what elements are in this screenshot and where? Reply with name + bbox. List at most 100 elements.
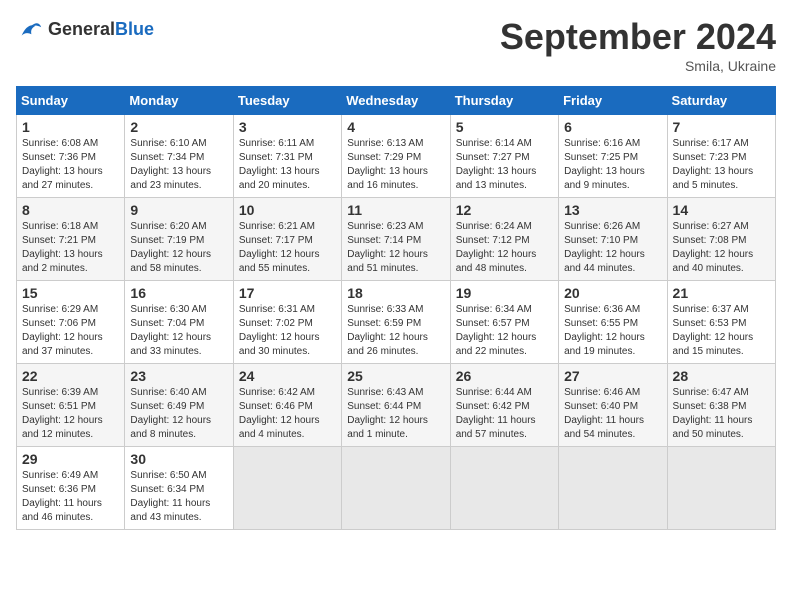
calendar-day-cell: 8 Sunrise: 6:18 AM Sunset: 7:21 PM Dayli… — [17, 198, 125, 281]
day-info: Sunrise: 6:18 AM Sunset: 7:21 PM Dayligh… — [22, 220, 119, 276]
day-info: Sunrise: 6:11 AM Sunset: 7:31 PM Dayligh… — [239, 137, 336, 193]
day-number: 25 — [347, 368, 444, 384]
sunset-text: Sunset: 7:02 PM — [239, 318, 313, 329]
month-title: September 2024 — [500, 16, 776, 58]
day-number: 8 — [22, 202, 119, 218]
day-info: Sunrise: 6:17 AM Sunset: 7:23 PM Dayligh… — [673, 137, 770, 193]
day-number: 28 — [673, 368, 770, 384]
day-number: 13 — [564, 202, 661, 218]
sunset-text: Sunset: 7:12 PM — [456, 235, 530, 246]
sunset-text: Sunset: 6:44 PM — [347, 401, 421, 412]
calendar-day-cell: 23 Sunrise: 6:40 AM Sunset: 6:49 PM Dayl… — [125, 364, 233, 447]
title-block: September 2024 Smila, Ukraine — [500, 16, 776, 74]
calendar-day-cell: 22 Sunrise: 6:39 AM Sunset: 6:51 PM Dayl… — [17, 364, 125, 447]
calendar-header-row: SundayMondayTuesdayWednesdayThursdayFrid… — [17, 87, 776, 115]
sunrise-text: Sunrise: 6:47 AM — [673, 387, 749, 398]
calendar-day-cell: 20 Sunrise: 6:36 AM Sunset: 6:55 PM Dayl… — [559, 281, 667, 364]
sunset-text: Sunset: 7:19 PM — [130, 235, 204, 246]
calendar-day-cell: 26 Sunrise: 6:44 AM Sunset: 6:42 PM Dayl… — [450, 364, 558, 447]
day-number: 24 — [239, 368, 336, 384]
day-number: 29 — [22, 451, 119, 467]
sunset-text: Sunset: 6:42 PM — [456, 401, 530, 412]
daylight-text: Daylight: 12 hours and 51 minutes. — [347, 249, 428, 274]
calendar-day-cell: 14 Sunrise: 6:27 AM Sunset: 7:08 PM Dayl… — [667, 198, 775, 281]
sunset-text: Sunset: 6:57 PM — [456, 318, 530, 329]
calendar-day-cell: 3 Sunrise: 6:11 AM Sunset: 7:31 PM Dayli… — [233, 115, 341, 198]
day-info: Sunrise: 6:43 AM Sunset: 6:44 PM Dayligh… — [347, 386, 444, 442]
sunset-text: Sunset: 7:04 PM — [130, 318, 204, 329]
daylight-text: Daylight: 12 hours and 1 minute. — [347, 415, 428, 440]
day-number: 15 — [22, 285, 119, 301]
daylight-text: Daylight: 13 hours and 27 minutes. — [22, 166, 103, 191]
day-number: 27 — [564, 368, 661, 384]
empty-cell — [450, 447, 558, 530]
calendar-day-cell: 30 Sunrise: 6:50 AM Sunset: 6:34 PM Dayl… — [125, 447, 233, 530]
day-info: Sunrise: 6:27 AM Sunset: 7:08 PM Dayligh… — [673, 220, 770, 276]
calendar-day-cell: 15 Sunrise: 6:29 AM Sunset: 7:06 PM Dayl… — [17, 281, 125, 364]
day-number: 26 — [456, 368, 553, 384]
day-info: Sunrise: 6:31 AM Sunset: 7:02 PM Dayligh… — [239, 303, 336, 359]
sunset-text: Sunset: 7:25 PM — [564, 152, 638, 163]
sunrise-text: Sunrise: 6:39 AM — [22, 387, 98, 398]
day-info: Sunrise: 6:42 AM Sunset: 6:46 PM Dayligh… — [239, 386, 336, 442]
logo-icon — [16, 16, 44, 44]
sunset-text: Sunset: 6:40 PM — [564, 401, 638, 412]
sunset-text: Sunset: 6:51 PM — [22, 401, 96, 412]
empty-cell — [233, 447, 341, 530]
day-info: Sunrise: 6:08 AM Sunset: 7:36 PM Dayligh… — [22, 137, 119, 193]
day-info: Sunrise: 6:46 AM Sunset: 6:40 PM Dayligh… — [564, 386, 661, 442]
calendar-table: SundayMondayTuesdayWednesdayThursdayFrid… — [16, 86, 776, 530]
empty-cell — [342, 447, 450, 530]
day-number: 4 — [347, 119, 444, 135]
day-number: 22 — [22, 368, 119, 384]
day-number: 12 — [456, 202, 553, 218]
weekday-header-tuesday: Tuesday — [233, 87, 341, 115]
sunrise-text: Sunrise: 6:17 AM — [673, 138, 749, 149]
sunrise-text: Sunrise: 6:16 AM — [564, 138, 640, 149]
sunrise-text: Sunrise: 6:18 AM — [22, 221, 98, 232]
sunrise-text: Sunrise: 6:26 AM — [564, 221, 640, 232]
sunset-text: Sunset: 7:14 PM — [347, 235, 421, 246]
daylight-text: Daylight: 12 hours and 15 minutes. — [673, 332, 754, 357]
calendar-day-cell: 24 Sunrise: 6:42 AM Sunset: 6:46 PM Dayl… — [233, 364, 341, 447]
day-number: 1 — [22, 119, 119, 135]
daylight-text: Daylight: 11 hours and 50 minutes. — [673, 415, 753, 440]
calendar-day-cell: 28 Sunrise: 6:47 AM Sunset: 6:38 PM Dayl… — [667, 364, 775, 447]
sunrise-text: Sunrise: 6:36 AM — [564, 304, 640, 315]
daylight-text: Daylight: 12 hours and 8 minutes. — [130, 415, 211, 440]
day-info: Sunrise: 6:13 AM Sunset: 7:29 PM Dayligh… — [347, 137, 444, 193]
calendar-day-cell: 5 Sunrise: 6:14 AM Sunset: 7:27 PM Dayli… — [450, 115, 558, 198]
weekday-header-monday: Monday — [125, 87, 233, 115]
sunset-text: Sunset: 6:59 PM — [347, 318, 421, 329]
sunrise-text: Sunrise: 6:40 AM — [130, 387, 206, 398]
empty-cell — [559, 447, 667, 530]
day-number: 6 — [564, 119, 661, 135]
sunset-text: Sunset: 7:34 PM — [130, 152, 204, 163]
daylight-text: Daylight: 13 hours and 5 minutes. — [673, 166, 754, 191]
calendar-day-cell: 25 Sunrise: 6:43 AM Sunset: 6:44 PM Dayl… — [342, 364, 450, 447]
sunrise-text: Sunrise: 6:31 AM — [239, 304, 315, 315]
day-number: 7 — [673, 119, 770, 135]
sunset-text: Sunset: 7:06 PM — [22, 318, 96, 329]
daylight-text: Daylight: 12 hours and 58 minutes. — [130, 249, 211, 274]
day-number: 23 — [130, 368, 227, 384]
day-info: Sunrise: 6:39 AM Sunset: 6:51 PM Dayligh… — [22, 386, 119, 442]
sunset-text: Sunset: 7:10 PM — [564, 235, 638, 246]
daylight-text: Daylight: 11 hours and 43 minutes. — [130, 498, 210, 523]
daylight-text: Daylight: 13 hours and 16 minutes. — [347, 166, 428, 191]
sunset-text: Sunset: 6:36 PM — [22, 484, 96, 495]
calendar-day-cell: 6 Sunrise: 6:16 AM Sunset: 7:25 PM Dayli… — [559, 115, 667, 198]
calendar-week-row: 8 Sunrise: 6:18 AM Sunset: 7:21 PM Dayli… — [17, 198, 776, 281]
calendar-week-row: 1 Sunrise: 6:08 AM Sunset: 7:36 PM Dayli… — [17, 115, 776, 198]
day-number: 19 — [456, 285, 553, 301]
sunrise-text: Sunrise: 6:43 AM — [347, 387, 423, 398]
sunset-text: Sunset: 7:17 PM — [239, 235, 313, 246]
day-info: Sunrise: 6:33 AM Sunset: 6:59 PM Dayligh… — [347, 303, 444, 359]
day-info: Sunrise: 6:34 AM Sunset: 6:57 PM Dayligh… — [456, 303, 553, 359]
sunrise-text: Sunrise: 6:10 AM — [130, 138, 206, 149]
calendar-week-row: 15 Sunrise: 6:29 AM Sunset: 7:06 PM Dayl… — [17, 281, 776, 364]
sunset-text: Sunset: 7:23 PM — [673, 152, 747, 163]
daylight-text: Daylight: 11 hours and 57 minutes. — [456, 415, 536, 440]
day-number: 14 — [673, 202, 770, 218]
day-info: Sunrise: 6:21 AM Sunset: 7:17 PM Dayligh… — [239, 220, 336, 276]
